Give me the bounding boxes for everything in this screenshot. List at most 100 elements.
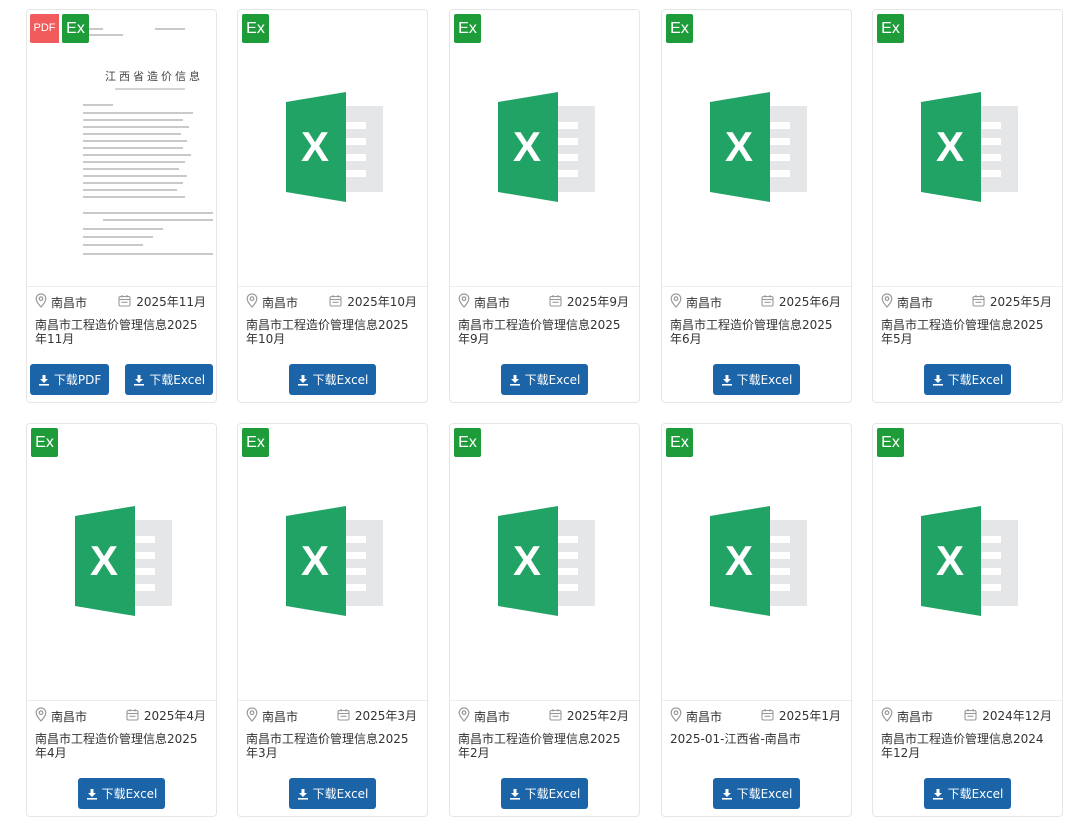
- location-pin-icon: [246, 707, 258, 725]
- calendar-icon: [972, 294, 985, 310]
- excel-badge-icon: Ex: [877, 14, 904, 43]
- card-title[interactable]: 2025-01-江西省-南昌市: [670, 732, 843, 746]
- pdf-preview-title: 江西省造价信息: [105, 70, 203, 83]
- location-pin-icon: [35, 293, 47, 311]
- svg-text:X: X: [936, 123, 964, 170]
- card-location: 南昌市: [262, 709, 299, 724]
- svg-text:X: X: [725, 537, 753, 584]
- document-card[interactable]: Ex X 南昌市 2025年5月 南昌市工程造价管理信息2025年5月 下载Ex…: [872, 9, 1063, 403]
- card-location: 南昌市: [686, 709, 723, 724]
- card-date: 2025年1月: [778, 709, 841, 723]
- document-card[interactable]: Ex X 南昌市 2025年6月 南昌市工程造价管理信息2025年6月 下载Ex…: [661, 9, 852, 403]
- download-excel-button[interactable]: 下载Excel: [923, 364, 1012, 395]
- card-location: 南昌市: [897, 295, 934, 310]
- card-location: 南昌市: [897, 709, 934, 724]
- card-date: 2025年5月: [989, 295, 1052, 309]
- card-meta: 南昌市 2025年9月: [458, 293, 631, 311]
- card-title[interactable]: 南昌市工程造价管理信息2024年12月: [881, 732, 1054, 760]
- document-thumbnail[interactable]: Ex X: [27, 424, 216, 701]
- card-location: 南昌市: [474, 295, 511, 310]
- calendar-icon: [761, 708, 774, 724]
- document-thumbnail[interactable]: Ex X: [873, 424, 1062, 701]
- document-card[interactable]: Ex X 南昌市 2025年4月 南昌市工程造价管理信息2025年4月 下载Ex…: [26, 423, 217, 817]
- download-pdf-button[interactable]: 下载PDF: [29, 364, 110, 395]
- download-excel-button[interactable]: 下载Excel: [288, 778, 377, 809]
- excel-badge-icon: Ex: [242, 428, 269, 457]
- download-icon: [509, 374, 521, 386]
- location-pin-icon: [881, 293, 893, 311]
- document-card[interactable]: 江西省造价信息 PDF Ex 南昌市 2025年11月 南昌市工程造价管理信息2…: [26, 9, 217, 403]
- download-excel-button[interactable]: 下载Excel: [500, 364, 589, 395]
- card-location: 南昌市: [51, 709, 88, 724]
- document-card[interactable]: Ex X 南昌市 2025年10月 南昌市工程造价管理信息2025年10月 下载…: [237, 9, 428, 403]
- document-thumbnail[interactable]: Ex X: [238, 10, 427, 287]
- download-icon: [86, 788, 98, 800]
- download-excel-button[interactable]: 下载Excel: [500, 778, 589, 809]
- calendar-icon: [549, 708, 562, 724]
- document-card[interactable]: Ex X 南昌市 2024年12月 南昌市工程造价管理信息2024年12月 下载…: [872, 423, 1063, 817]
- card-title[interactable]: 南昌市工程造价管理信息2025年6月: [670, 318, 843, 346]
- card-title[interactable]: 南昌市工程造价管理信息2025年2月: [458, 732, 631, 760]
- card-location: 南昌市: [262, 295, 299, 310]
- card-title[interactable]: 南昌市工程造价管理信息2025年10月: [246, 318, 419, 346]
- svg-text:X: X: [936, 537, 964, 584]
- document-grid: 江西省造价信息 PDF Ex 南昌市 2025年11月 南昌市工程造价管理信息2…: [0, 0, 1080, 823]
- document-card[interactable]: Ex X 南昌市 2025年2月 南昌市工程造价管理信息2025年2月 下载Ex…: [449, 423, 640, 817]
- card-title[interactable]: 南昌市工程造价管理信息2025年3月: [246, 732, 419, 760]
- excel-badge-icon: Ex: [454, 14, 481, 43]
- document-thumbnail[interactable]: 江西省造价信息 PDF Ex: [27, 10, 216, 287]
- card-meta: 南昌市 2025年1月: [670, 707, 843, 725]
- pdf-preview-image: 江西省造价信息: [55, 20, 215, 280]
- svg-text:X: X: [301, 537, 329, 584]
- card-location: 南昌市: [51, 295, 88, 310]
- download-icon: [932, 374, 944, 386]
- download-icon: [509, 788, 521, 800]
- card-meta: 南昌市 2024年12月: [881, 707, 1054, 725]
- download-excel-button[interactable]: 下载Excel: [288, 364, 377, 395]
- calendar-icon: [118, 294, 131, 310]
- download-excel-button[interactable]: 下载Excel: [125, 364, 214, 395]
- location-pin-icon: [881, 707, 893, 725]
- excel-file-icon: X: [286, 92, 383, 202]
- download-excel-button[interactable]: 下载Excel: [923, 778, 1012, 809]
- document-card[interactable]: Ex X 南昌市 2025年1月 2025-01-江西省-南昌市 下载Excel: [661, 423, 852, 817]
- excel-badge-icon: Ex: [242, 14, 269, 43]
- excel-file-icon: X: [498, 506, 595, 616]
- excel-badge-icon: Ex: [666, 14, 693, 43]
- svg-text:X: X: [513, 123, 541, 170]
- svg-text:X: X: [301, 123, 329, 170]
- calendar-icon: [126, 708, 139, 724]
- card-title[interactable]: 南昌市工程造价管理信息2025年4月: [35, 732, 208, 760]
- download-excel-button[interactable]: 下载Excel: [712, 778, 801, 809]
- document-card[interactable]: Ex X 南昌市 2025年3月 南昌市工程造价管理信息2025年3月 下载Ex…: [237, 423, 428, 817]
- card-location: 南昌市: [686, 295, 723, 310]
- document-thumbnail[interactable]: Ex X: [450, 10, 639, 287]
- card-date: 2025年4月: [143, 709, 206, 723]
- card-title[interactable]: 南昌市工程造价管理信息2025年11月: [35, 318, 208, 346]
- card-meta: 南昌市 2025年3月: [246, 707, 419, 725]
- location-pin-icon: [458, 293, 470, 311]
- card-title[interactable]: 南昌市工程造价管理信息2025年9月: [458, 318, 631, 346]
- card-meta: 南昌市 2025年4月: [35, 707, 208, 725]
- card-title[interactable]: 南昌市工程造价管理信息2025年5月: [881, 318, 1054, 346]
- location-pin-icon: [670, 707, 682, 725]
- document-thumbnail[interactable]: Ex X: [873, 10, 1062, 287]
- download-icon: [297, 788, 309, 800]
- card-meta: 南昌市 2025年11月: [35, 293, 208, 311]
- download-excel-button[interactable]: 下载Excel: [77, 778, 166, 809]
- card-date: 2025年10月: [347, 295, 417, 309]
- calendar-icon: [549, 294, 562, 310]
- document-thumbnail[interactable]: Ex X: [450, 424, 639, 701]
- excel-file-icon: X: [498, 92, 595, 202]
- download-icon: [297, 374, 309, 386]
- download-excel-button[interactable]: 下载Excel: [712, 364, 801, 395]
- document-thumbnail[interactable]: Ex X: [238, 424, 427, 701]
- svg-text:X: X: [725, 123, 753, 170]
- document-thumbnail[interactable]: Ex X: [662, 10, 851, 287]
- document-thumbnail[interactable]: Ex X: [662, 424, 851, 701]
- excel-file-icon: X: [286, 506, 383, 616]
- excel-badge-icon: Ex: [877, 428, 904, 457]
- document-card[interactable]: Ex X 南昌市 2025年9月 南昌市工程造价管理信息2025年9月 下载Ex…: [449, 9, 640, 403]
- card-meta: 南昌市 2025年6月: [670, 293, 843, 311]
- excel-file-icon: X: [75, 506, 172, 616]
